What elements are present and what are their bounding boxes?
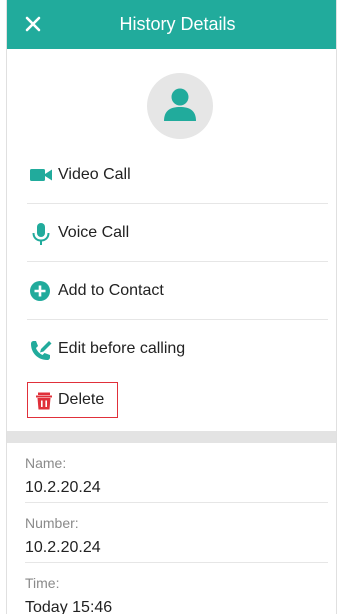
action-list: Video Call Voice Call Add to Contact Edi… bbox=[7, 146, 336, 377]
detail-time: Time: Today 15:46 bbox=[25, 563, 328, 614]
top-bar: History Details bbox=[7, 0, 336, 49]
detail-value: 10.2.20.24 bbox=[25, 479, 101, 496]
trash-icon bbox=[35, 392, 53, 415]
detail-key: Number: bbox=[25, 515, 79, 531]
detail-value: Today 15:46 bbox=[25, 599, 113, 614]
detail-value: 10.2.20.24 bbox=[25, 539, 101, 556]
video-camera-icon bbox=[29, 164, 53, 186]
video-call-action[interactable]: Video Call bbox=[27, 146, 328, 204]
details-list: Name: 10.2.20.24 Number: 10.2.20.24 Time… bbox=[7, 443, 336, 614]
add-to-contact-label: Add to Contact bbox=[58, 282, 164, 299]
detail-name: Name: 10.2.20.24 bbox=[25, 443, 328, 503]
detail-key: Time: bbox=[25, 575, 60, 591]
edit-phone-icon bbox=[29, 338, 53, 360]
microphone-icon bbox=[29, 222, 53, 245]
delete-button[interactable]: Delete bbox=[27, 382, 118, 418]
history-details-screen: History Details Video Call Voice Call Ad… bbox=[6, 0, 337, 614]
edit-before-calling-label: Edit before calling bbox=[58, 340, 186, 357]
add-to-contact-action[interactable]: Add to Contact bbox=[27, 262, 328, 320]
voice-call-action[interactable]: Voice Call bbox=[27, 204, 328, 262]
person-icon bbox=[164, 88, 196, 121]
page-title: History Details bbox=[119, 14, 236, 34]
edit-before-calling-action[interactable]: Edit before calling bbox=[27, 320, 328, 377]
detail-key: Name: bbox=[25, 455, 67, 471]
video-call-label: Video Call bbox=[58, 166, 131, 183]
voice-call-label: Voice Call bbox=[58, 224, 130, 241]
avatar bbox=[147, 73, 213, 139]
section-divider bbox=[7, 431, 336, 443]
add-circle-icon bbox=[29, 280, 53, 302]
delete-label: Delete bbox=[58, 391, 105, 408]
detail-number: Number: 10.2.20.24 bbox=[25, 503, 328, 563]
